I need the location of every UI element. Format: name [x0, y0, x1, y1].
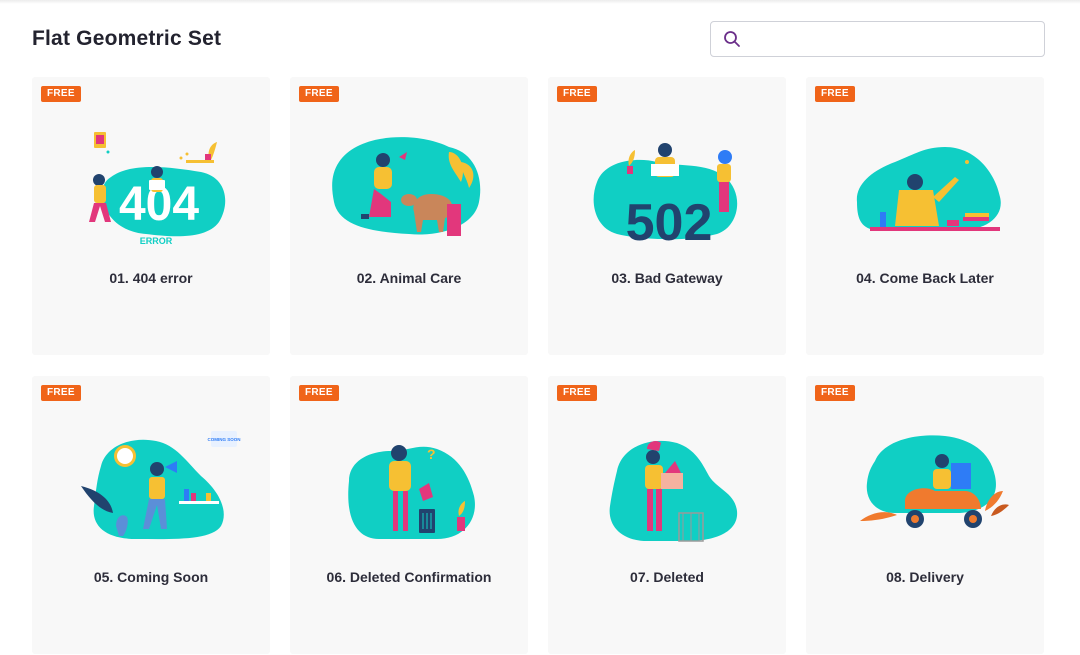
- card-title: 04. Come Back Later: [856, 270, 994, 286]
- search-input[interactable]: [751, 28, 1036, 50]
- free-badge: FREE: [557, 385, 597, 401]
- svg-text:?: ?: [427, 446, 436, 462]
- search-icon: [724, 31, 740, 47]
- come-back-later-illustration-icon: [856, 147, 1001, 231]
- free-badge: FREE: [557, 86, 597, 102]
- top-shadow: [0, 0, 1080, 4]
- illustration-card[interactable]: FREE 404 ERROR 01. 404 error: [32, 77, 270, 355]
- coming-soon-bubble-text: COMING SOON: [207, 437, 240, 442]
- illustration-card[interactable]: FREE 502 03. Bad Gateway: [548, 77, 786, 355]
- animal-care-illustration-icon: [332, 137, 481, 236]
- bad-gateway-illustration-icon: 502: [593, 143, 738, 252]
- card-title: 02. Animal Care: [356, 270, 462, 286]
- free-badge: FREE: [815, 385, 855, 401]
- error-text: ERROR: [140, 236, 173, 246]
- big-502-text: 502: [626, 194, 713, 252]
- card-title: 03. Bad Gateway: [611, 270, 723, 286]
- illustration-card[interactable]: FREE 02. Animal Care: [290, 77, 528, 355]
- card-title: 06. Deleted Confirmation: [326, 569, 492, 585]
- free-badge: FREE: [299, 86, 339, 102]
- deleted-confirmation-illustration-icon: ?: [348, 445, 475, 539]
- card-title: 01. 404 error: [109, 270, 193, 286]
- free-badge: FREE: [815, 86, 855, 102]
- free-badge: FREE: [41, 86, 81, 102]
- 404-error-illustration-icon: 404 ERROR: [89, 132, 226, 246]
- card-title: 05. Coming Soon: [93, 569, 209, 585]
- search-box[interactable]: [710, 21, 1045, 57]
- illustration-card[interactable]: FREE 04. Come Back Later: [806, 77, 1044, 355]
- free-badge: FREE: [41, 385, 81, 401]
- card-title: 08. Delivery: [886, 569, 964, 585]
- page-header: Flat Geometric Set: [32, 21, 1045, 60]
- deleted-illustration-icon: [609, 440, 738, 542]
- illustration-card[interactable]: FREE ? 06. Deleted Confirmation: [290, 376, 528, 654]
- illustration-card[interactable]: FREE 08. Delivery: [806, 376, 1044, 654]
- page-title: Flat Geometric Set: [32, 27, 222, 50]
- delivery-illustration-icon: [860, 435, 1009, 528]
- card-title: 07. Deleted: [630, 569, 704, 585]
- illustration-card[interactable]: FREE 07. Deleted: [548, 376, 786, 654]
- coming-soon-illustration-icon: COMING SOON: [81, 431, 241, 540]
- free-badge: FREE: [299, 385, 339, 401]
- illustration-card[interactable]: FREE COMING SOON 05. Coming Soon: [32, 376, 270, 654]
